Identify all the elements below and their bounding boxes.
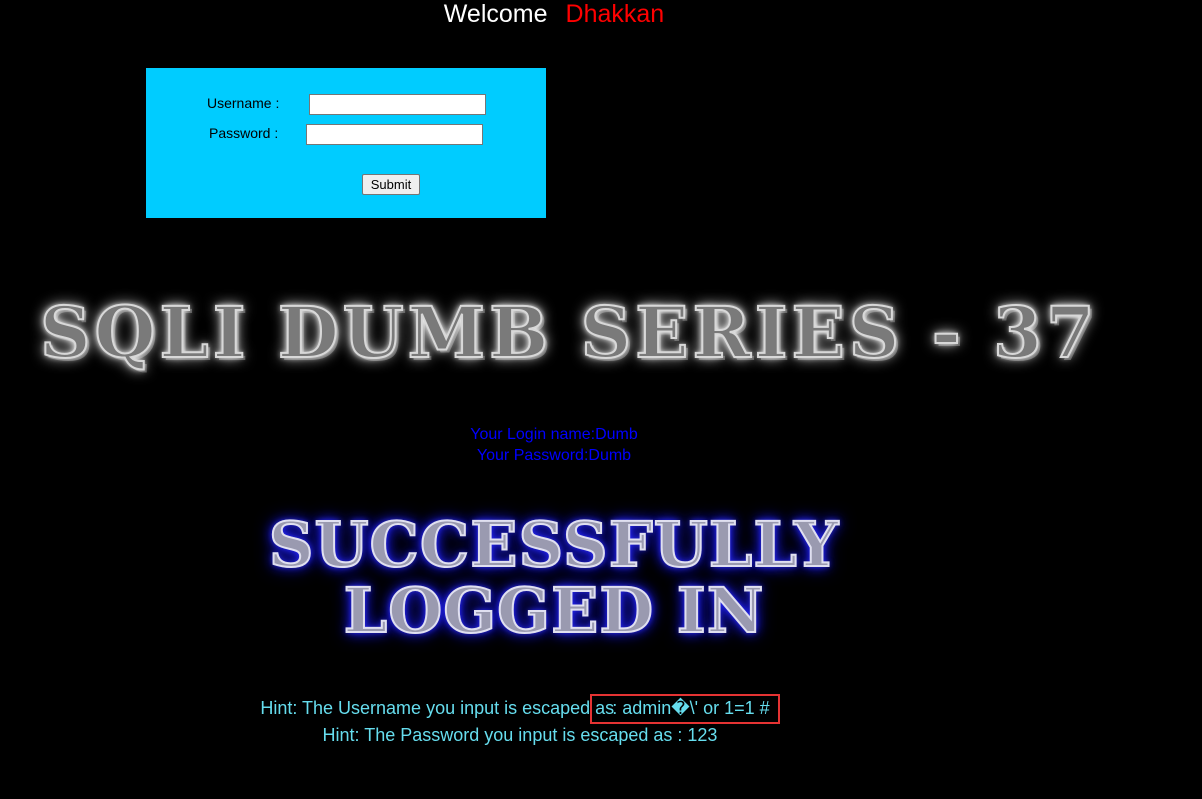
success-line-1: SUCCESSFULLY — [268, 508, 840, 581]
welcome-text: Welcome — [443, 0, 548, 28]
series-banner: SQLI DUMB SERIES - 37 — [0, 290, 1202, 380]
password-input[interactable] — [306, 124, 483, 145]
hints: Hint: The Username you input is escaped … — [0, 694, 1040, 747]
password-hint: Hint: The Password you input is escaped … — [322, 725, 718, 745]
page: Welcome Dhakkan Username : Password : Sub… — [0, 0, 1202, 799]
password-label: Password : — [209, 125, 279, 141]
username-escaped-highlight: : admin�\' or 1=1 # — [590, 694, 780, 724]
login-result: Your Login name:Dumb Your Password:Dumb — [0, 424, 1108, 466]
submit-button[interactable]: Submit — [362, 174, 420, 195]
username-hint: Hint: The Username you input is escaped … — [0, 694, 1040, 724]
password-text: Your Password:Dumb — [476, 447, 632, 464]
login-form: Username : Password : Submit — [146, 68, 546, 218]
series-title: SQLI DUMB SERIES - 37 — [39, 290, 1099, 375]
username-label: Username : — [207, 95, 280, 111]
username-input[interactable] — [309, 94, 486, 115]
success-line-2: LOGGED IN — [343, 574, 765, 647]
welcome-header: Welcome Dhakkan — [0, 0, 1108, 28]
username-hint-prefix: Hint: The Username you input is escaped … — [260, 698, 615, 718]
login-name-text: Your Login name:Dumb — [470, 426, 638, 443]
success-message: SUCCESSFULLY LOGGED IN — [0, 508, 1108, 647]
user-name: Dhakkan — [565, 0, 665, 28]
